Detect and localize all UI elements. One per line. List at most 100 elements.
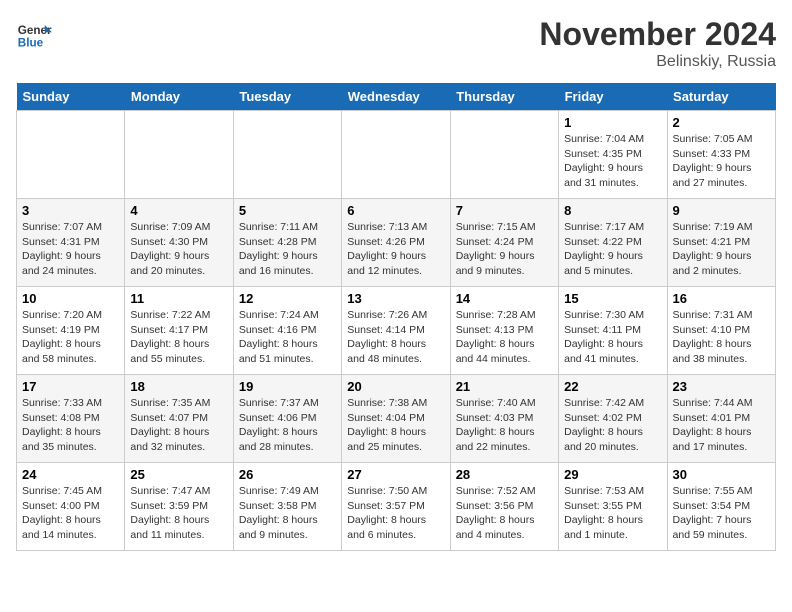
day-number: 27	[347, 467, 444, 482]
calendar-table: SundayMondayTuesdayWednesdayThursdayFrid…	[16, 83, 776, 551]
day-number: 6	[347, 203, 444, 218]
day-info: Sunrise: 7:44 AM Sunset: 4:01 PM Dayligh…	[673, 396, 770, 455]
logo: General Blue	[16, 16, 52, 52]
day-number: 24	[22, 467, 119, 482]
week-row-5: 24 Sunrise: 7:45 AM Sunset: 4:00 PM Dayli…	[17, 463, 776, 551]
day-number: 25	[130, 467, 227, 482]
day-info: Sunrise: 7:04 AM Sunset: 4:35 PM Dayligh…	[564, 132, 661, 191]
day-info: Sunrise: 7:07 AM Sunset: 4:31 PM Dayligh…	[22, 220, 119, 279]
day-number: 19	[239, 379, 336, 394]
day-number: 22	[564, 379, 661, 394]
day-info: Sunrise: 7:33 AM Sunset: 4:08 PM Dayligh…	[22, 396, 119, 455]
day-cell	[17, 111, 125, 199]
header-cell-monday: Monday	[125, 83, 233, 111]
day-cell: 24 Sunrise: 7:45 AM Sunset: 4:00 PM Dayli…	[17, 463, 125, 551]
day-info: Sunrise: 7:13 AM Sunset: 4:26 PM Dayligh…	[347, 220, 444, 279]
day-info: Sunrise: 7:38 AM Sunset: 4:04 PM Dayligh…	[347, 396, 444, 455]
calendar-header: SundayMondayTuesdayWednesdayThursdayFrid…	[17, 83, 776, 111]
day-cell: 10 Sunrise: 7:20 AM Sunset: 4:19 PM Dayli…	[17, 287, 125, 375]
day-number: 30	[673, 467, 770, 482]
day-cell: 5 Sunrise: 7:11 AM Sunset: 4:28 PM Daylig…	[233, 199, 341, 287]
day-cell: 21 Sunrise: 7:40 AM Sunset: 4:03 PM Dayli…	[450, 375, 558, 463]
svg-text:Blue: Blue	[18, 37, 44, 50]
title-area: November 2024 Belinskiy, Russia	[539, 16, 776, 71]
day-cell: 20 Sunrise: 7:38 AM Sunset: 4:04 PM Dayli…	[342, 375, 450, 463]
day-info: Sunrise: 7:24 AM Sunset: 4:16 PM Dayligh…	[239, 308, 336, 367]
day-info: Sunrise: 7:22 AM Sunset: 4:17 PM Dayligh…	[130, 308, 227, 367]
day-number: 17	[22, 379, 119, 394]
week-row-1: 1 Sunrise: 7:04 AM Sunset: 4:35 PM Daylig…	[17, 111, 776, 199]
day-info: Sunrise: 7:15 AM Sunset: 4:24 PM Dayligh…	[456, 220, 553, 279]
header: General Blue November 2024 Belinskiy, Ru…	[16, 16, 776, 71]
header-row: SundayMondayTuesdayWednesdayThursdayFrid…	[17, 83, 776, 111]
day-number: 1	[564, 115, 661, 130]
day-info: Sunrise: 7:09 AM Sunset: 4:30 PM Dayligh…	[130, 220, 227, 279]
day-number: 3	[22, 203, 119, 218]
day-number: 26	[239, 467, 336, 482]
day-cell	[342, 111, 450, 199]
day-number: 15	[564, 291, 661, 306]
day-info: Sunrise: 7:37 AM Sunset: 4:06 PM Dayligh…	[239, 396, 336, 455]
day-info: Sunrise: 7:47 AM Sunset: 3:59 PM Dayligh…	[130, 484, 227, 543]
day-info: Sunrise: 7:28 AM Sunset: 4:13 PM Dayligh…	[456, 308, 553, 367]
header-cell-saturday: Saturday	[667, 83, 775, 111]
day-number: 11	[130, 291, 227, 306]
day-cell: 27Sunrise: 7:50 AM Sunset: 3:57 PM Dayli…	[342, 463, 450, 551]
day-info: Sunrise: 7:30 AM Sunset: 4:11 PM Dayligh…	[564, 308, 661, 367]
day-cell: 30 Sunrise: 7:55 AM Sunset: 3:54 PM Dayli…	[667, 463, 775, 551]
day-info: Sunrise: 7:17 AM Sunset: 4:22 PM Dayligh…	[564, 220, 661, 279]
day-info: Sunrise: 7:20 AM Sunset: 4:19 PM Dayligh…	[22, 308, 119, 367]
day-number: 29	[564, 467, 661, 482]
day-cell: 26Sunrise: 7:49 AM Sunset: 3:58 PM Dayli…	[233, 463, 341, 551]
day-number: 5	[239, 203, 336, 218]
header-cell-tuesday: Tuesday	[233, 83, 341, 111]
header-cell-wednesday: Wednesday	[342, 83, 450, 111]
day-number: 28	[456, 467, 553, 482]
day-number: 16	[673, 291, 770, 306]
week-row-4: 17 Sunrise: 7:33 AM Sunset: 4:08 PM Dayli…	[17, 375, 776, 463]
header-cell-sunday: Sunday	[17, 83, 125, 111]
day-number: 10	[22, 291, 119, 306]
day-number: 23	[673, 379, 770, 394]
day-cell: 23 Sunrise: 7:44 AM Sunset: 4:01 PM Dayli…	[667, 375, 775, 463]
day-number: 20	[347, 379, 444, 394]
day-info: Sunrise: 7:40 AM Sunset: 4:03 PM Dayligh…	[456, 396, 553, 455]
day-number: 7	[456, 203, 553, 218]
day-cell: 8 Sunrise: 7:17 AM Sunset: 4:22 PM Daylig…	[559, 199, 667, 287]
day-cell: 22Sunrise: 7:42 AM Sunset: 4:02 PM Dayli…	[559, 375, 667, 463]
day-info: Sunrise: 7:52 AM Sunset: 3:56 PM Dayligh…	[456, 484, 553, 543]
day-number: 4	[130, 203, 227, 218]
day-cell: 13Sunrise: 7:26 AM Sunset: 4:14 PM Dayli…	[342, 287, 450, 375]
week-row-2: 3 Sunrise: 7:07 AM Sunset: 4:31 PM Daylig…	[17, 199, 776, 287]
month-title: November 2024	[539, 16, 776, 53]
day-number: 14	[456, 291, 553, 306]
day-cell: 9Sunrise: 7:19 AM Sunset: 4:21 PM Daylig…	[667, 199, 775, 287]
day-info: Sunrise: 7:31 AM Sunset: 4:10 PM Dayligh…	[673, 308, 770, 367]
day-cell: 14 Sunrise: 7:28 AM Sunset: 4:13 PM Dayli…	[450, 287, 558, 375]
header-cell-thursday: Thursday	[450, 83, 558, 111]
day-cell: 17 Sunrise: 7:33 AM Sunset: 4:08 PM Dayli…	[17, 375, 125, 463]
day-cell	[450, 111, 558, 199]
day-info: Sunrise: 7:11 AM Sunset: 4:28 PM Dayligh…	[239, 220, 336, 279]
day-info: Sunrise: 7:35 AM Sunset: 4:07 PM Dayligh…	[130, 396, 227, 455]
day-number: 12	[239, 291, 336, 306]
day-cell: 25 Sunrise: 7:47 AM Sunset: 3:59 PM Dayli…	[125, 463, 233, 551]
day-cell: 7 Sunrise: 7:15 AM Sunset: 4:24 PM Daylig…	[450, 199, 558, 287]
location-title: Belinskiy, Russia	[539, 53, 776, 71]
day-number: 8	[564, 203, 661, 218]
day-info: Sunrise: 7:55 AM Sunset: 3:54 PM Dayligh…	[673, 484, 770, 543]
day-cell: 16 Sunrise: 7:31 AM Sunset: 4:10 PM Dayli…	[667, 287, 775, 375]
logo-icon: General Blue	[16, 16, 52, 52]
day-number: 21	[456, 379, 553, 394]
day-cell: 28 Sunrise: 7:52 AM Sunset: 3:56 PM Dayli…	[450, 463, 558, 551]
day-cell: 19 Sunrise: 7:37 AM Sunset: 4:06 PM Dayli…	[233, 375, 341, 463]
day-cell: 6 Sunrise: 7:13 AM Sunset: 4:26 PM Daylig…	[342, 199, 450, 287]
day-cell	[233, 111, 341, 199]
day-number: 18	[130, 379, 227, 394]
day-info: Sunrise: 7:19 AM Sunset: 4:21 PM Dayligh…	[673, 220, 770, 279]
day-cell: 15 Sunrise: 7:30 AM Sunset: 4:11 PM Dayli…	[559, 287, 667, 375]
day-number: 2	[673, 115, 770, 130]
day-cell: 29Sunrise: 7:53 AM Sunset: 3:55 PM Dayli…	[559, 463, 667, 551]
day-info: Sunrise: 7:45 AM Sunset: 4:00 PM Dayligh…	[22, 484, 119, 543]
day-number: 13	[347, 291, 444, 306]
